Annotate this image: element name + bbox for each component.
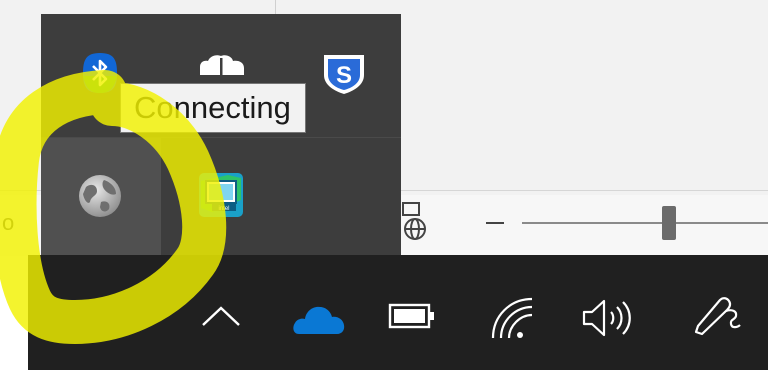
zoom-slider-track[interactable] <box>522 222 768 224</box>
svg-text:intel: intel <box>218 206 229 212</box>
sophos-icon[interactable]: S <box>322 53 366 95</box>
connecting-tooltip: Connecting <box>120 83 306 133</box>
svg-text:S: S <box>336 62 352 89</box>
globe-icon[interactable] <box>400 201 430 241</box>
wifi-icon[interactable] <box>490 296 536 342</box>
background-text: o <box>2 210 15 235</box>
cloud-sync-icon[interactable] <box>198 54 246 76</box>
bluetooth-icon[interactable] <box>82 52 118 94</box>
zoom-slider-thumb[interactable] <box>662 206 676 240</box>
zoom-out-button[interactable] <box>486 222 504 224</box>
intel-graphics-icon[interactable]: intel <box>198 172 244 218</box>
chevron-up-icon[interactable] <box>200 305 242 327</box>
tray-overflow-flyout <box>41 14 401 258</box>
pen-icon[interactable] <box>690 294 742 338</box>
network-globe-icon[interactable] <box>76 172 124 220</box>
onedrive-icon[interactable] <box>291 300 345 336</box>
battery-icon[interactable] <box>388 302 436 330</box>
volume-icon[interactable] <box>580 297 632 339</box>
